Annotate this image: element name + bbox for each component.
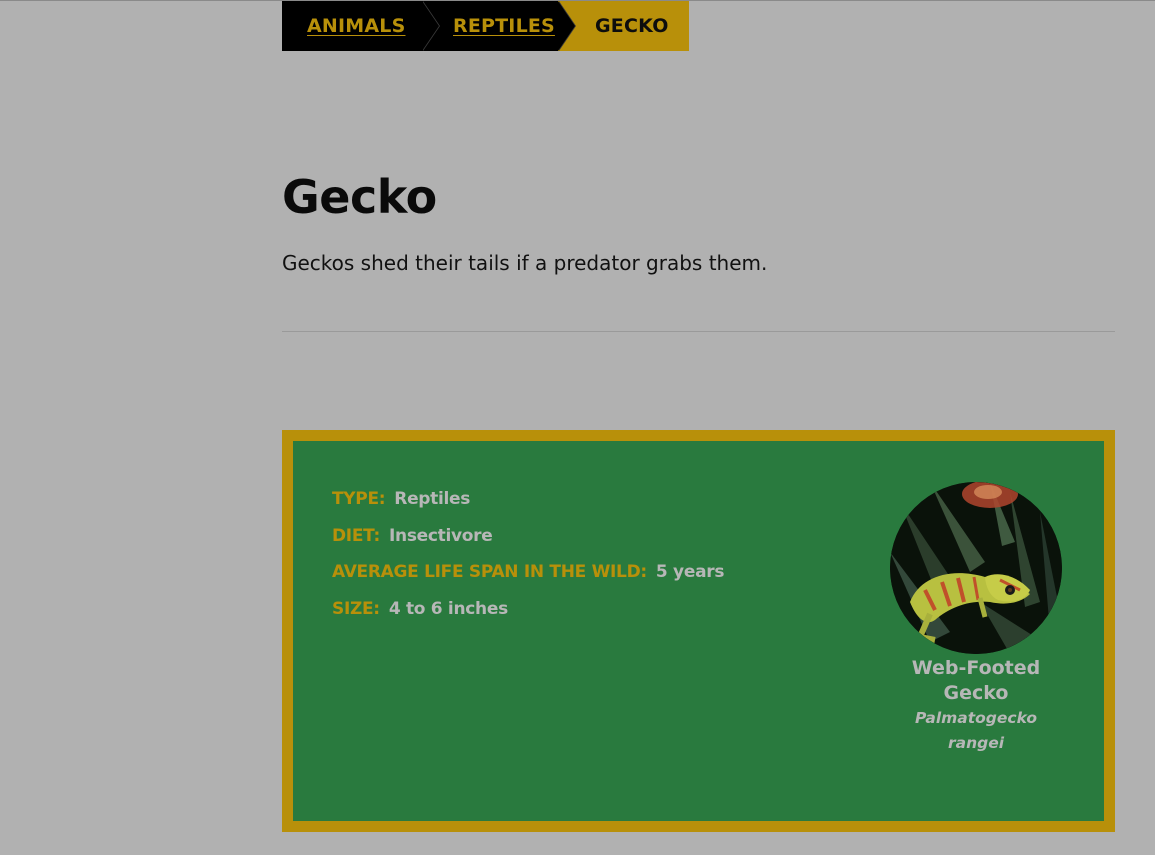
page-subtitle: Geckos shed their tails if a predator gr…	[282, 251, 768, 275]
breadcrumb: ANIMALS REPTILES GECKO	[282, 1, 689, 51]
fact-list: TYPE: Reptiles DIET: Insectivore AVERAGE…	[332, 481, 724, 627]
fact-value: 5 years	[655, 562, 725, 583]
fact-row-life-span: AVERAGE LIFE SPAN IN THE WILD: 5 years	[332, 554, 724, 591]
fact-value: Reptiles	[394, 489, 471, 510]
gecko-photo	[890, 482, 1062, 654]
fact-label: DIET:	[332, 525, 381, 546]
animal-figure: Web-Footed Gecko Palmatogecko rangei	[890, 482, 1062, 756]
breadcrumb-link-animals[interactable]: ANIMALS	[307, 15, 405, 37]
fact-row-diet: DIET: Insectivore	[332, 518, 724, 555]
image-caption-name: Web-Footed Gecko	[911, 657, 1041, 704]
breadcrumb-item-current: GECKO	[558, 1, 689, 51]
fact-label: SIZE:	[332, 598, 380, 619]
fact-value: 4 to 6 inches	[388, 598, 508, 619]
fact-label: TYPE:	[332, 489, 386, 510]
fact-row-type: TYPE: Reptiles	[332, 481, 724, 518]
fact-card-body: TYPE: Reptiles DIET: Insectivore AVERAGE…	[293, 441, 1104, 821]
fact-card: TYPE: Reptiles DIET: Insectivore AVERAGE…	[282, 430, 1115, 832]
fact-label: AVERAGE LIFE SPAN IN THE WILD:	[332, 562, 647, 583]
breadcrumb-item-reptiles[interactable]: REPTILES	[422, 1, 576, 51]
breadcrumb-current-label: GECKO	[595, 15, 669, 37]
divider	[282, 331, 1115, 332]
breadcrumb-item-animals[interactable]: ANIMALS	[282, 1, 440, 51]
fact-row-size: SIZE: 4 to 6 inches	[332, 591, 724, 628]
fact-value: Insectivore	[389, 525, 493, 546]
image-caption-scientific-name: Palmatogecko rangei	[914, 709, 1037, 752]
breadcrumb-link-reptiles[interactable]: REPTILES	[453, 15, 555, 37]
page-title: Gecko	[282, 170, 437, 224]
